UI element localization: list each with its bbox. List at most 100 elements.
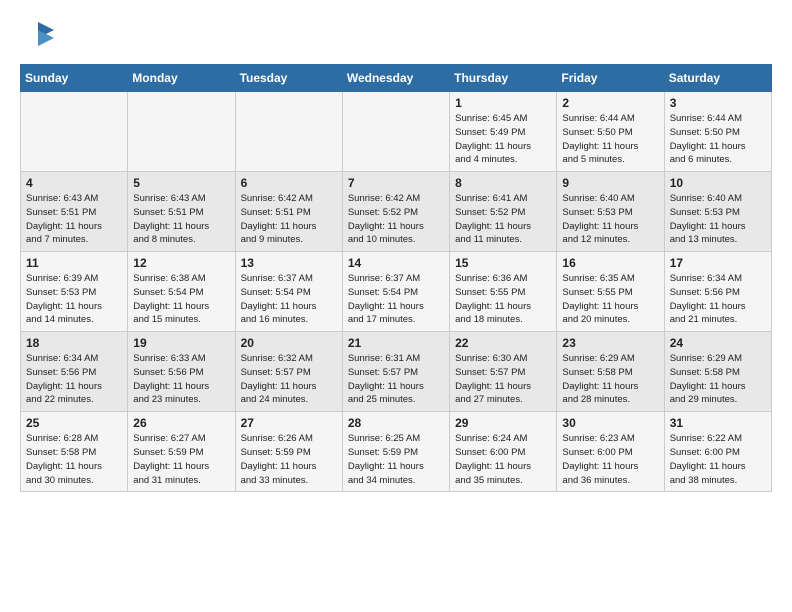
- calendar-cell: 2Sunrise: 6:44 AM Sunset: 5:50 PM Daylig…: [557, 92, 664, 172]
- day-number: 25: [26, 416, 122, 430]
- header: [20, 20, 772, 52]
- calendar-cell: 16 Sunrise: 6:35 AM Sunset: 5:55 PM Dayli…: [557, 252, 664, 332]
- day-info: Sunrise: 6:29 AM Sunset: 5:58 PM Dayligh…: [562, 352, 658, 407]
- calendar-cell: 4 Sunrise: 6:43 AM Sunset: 5:51 PM Daylig…: [21, 172, 128, 252]
- day-number: 3: [670, 96, 766, 110]
- day-number: 12: [133, 256, 229, 270]
- calendar-cell: 1 Sunrise: 6:45 AM Sunset: 5:49 PM Daylig…: [450, 92, 557, 172]
- calendar-cell: 31 Sunrise: 6:22 AM Sunset: 6:00 PM Dayli…: [664, 412, 771, 492]
- calendar-cell: 21Sunrise: 6:31 AM Sunset: 5:57 PM Dayli…: [342, 332, 449, 412]
- day-number: 19: [133, 336, 229, 350]
- day-number: 1: [455, 96, 551, 110]
- day-info: Sunrise: 6:22 AM Sunset: 6:00 PM Dayligh…: [670, 432, 766, 487]
- day-number: 15: [455, 256, 551, 270]
- calendar-cell: 29 Sunrise: 6:24 AM Sunset: 6:00 PM Dayli…: [450, 412, 557, 492]
- day-number: 27: [241, 416, 337, 430]
- day-number: 20: [241, 336, 337, 350]
- page: SundayMondayTuesdayWednesdayThursdayFrid…: [0, 0, 792, 502]
- day-info: Sunrise: 6:34 AM Sunset: 5:56 PM Dayligh…: [26, 352, 122, 407]
- calendar-cell: 9 Sunrise: 6:40 AM Sunset: 5:53 PM Daylig…: [557, 172, 664, 252]
- day-number: 10: [670, 176, 766, 190]
- day-info: Sunrise: 6:43 AM Sunset: 5:51 PM Dayligh…: [133, 192, 229, 247]
- calendar-body: 1 Sunrise: 6:45 AM Sunset: 5:49 PM Daylig…: [21, 92, 772, 492]
- day-number: 26: [133, 416, 229, 430]
- calendar-cell: 15 Sunrise: 6:36 AM Sunset: 5:55 PM Dayli…: [450, 252, 557, 332]
- day-number: 17: [670, 256, 766, 270]
- calendar-cell: [21, 92, 128, 172]
- day-number: 24: [670, 336, 766, 350]
- calendar-cell: 25 Sunrise: 6:28 AM Sunset: 5:58 PM Dayli…: [21, 412, 128, 492]
- day-number: 14: [348, 256, 444, 270]
- day-info: Sunrise: 6:40 AM Sunset: 5:53 PM Dayligh…: [562, 192, 658, 247]
- day-number: 7: [348, 176, 444, 190]
- weekday-header-monday: Monday: [128, 65, 235, 92]
- calendar-cell: 13Sunrise: 6:37 AM Sunset: 5:54 PM Dayli…: [235, 252, 342, 332]
- day-info: Sunrise: 6:32 AM Sunset: 5:57 PM Dayligh…: [241, 352, 337, 407]
- calendar-week-2: 4 Sunrise: 6:43 AM Sunset: 5:51 PM Daylig…: [21, 172, 772, 252]
- day-info: Sunrise: 6:26 AM Sunset: 5:59 PM Dayligh…: [241, 432, 337, 487]
- day-info: Sunrise: 6:41 AM Sunset: 5:52 PM Dayligh…: [455, 192, 551, 247]
- weekday-header-saturday: Saturday: [664, 65, 771, 92]
- calendar-cell: 10 Sunrise: 6:40 AM Sunset: 5:53 PM Dayli…: [664, 172, 771, 252]
- day-info: Sunrise: 6:37 AM Sunset: 5:54 PM Dayligh…: [348, 272, 444, 327]
- day-info: Sunrise: 6:45 AM Sunset: 5:49 PM Dayligh…: [455, 112, 551, 167]
- weekday-header-row: SundayMondayTuesdayWednesdayThursdayFrid…: [21, 65, 772, 92]
- day-number: 9: [562, 176, 658, 190]
- day-info: Sunrise: 6:44 AM Sunset: 5:50 PM Dayligh…: [670, 112, 766, 167]
- calendar-cell: 17 Sunrise: 6:34 AM Sunset: 5:56 PM Dayli…: [664, 252, 771, 332]
- logo: [20, 20, 60, 52]
- day-number: 8: [455, 176, 551, 190]
- day-number: 4: [26, 176, 122, 190]
- day-info: Sunrise: 6:23 AM Sunset: 6:00 PM Dayligh…: [562, 432, 658, 487]
- calendar-cell: [235, 92, 342, 172]
- weekday-header-thursday: Thursday: [450, 65, 557, 92]
- day-info: Sunrise: 6:25 AM Sunset: 5:59 PM Dayligh…: [348, 432, 444, 487]
- calendar-cell: 12 Sunrise: 6:38 AM Sunset: 5:54 PM Dayli…: [128, 252, 235, 332]
- day-number: 2: [562, 96, 658, 110]
- calendar-week-5: 25 Sunrise: 6:28 AM Sunset: 5:58 PM Dayli…: [21, 412, 772, 492]
- calendar-cell: 24 Sunrise: 6:29 AM Sunset: 5:58 PM Dayli…: [664, 332, 771, 412]
- day-number: 29: [455, 416, 551, 430]
- day-number: 31: [670, 416, 766, 430]
- day-number: 11: [26, 256, 122, 270]
- weekday-header-tuesday: Tuesday: [235, 65, 342, 92]
- day-info: Sunrise: 6:43 AM Sunset: 5:51 PM Dayligh…: [26, 192, 122, 247]
- calendar-week-3: 11Sunrise: 6:39 AM Sunset: 5:53 PM Dayli…: [21, 252, 772, 332]
- calendar-cell: 3 Sunrise: 6:44 AM Sunset: 5:50 PM Daylig…: [664, 92, 771, 172]
- calendar-cell: 27 Sunrise: 6:26 AM Sunset: 5:59 PM Dayli…: [235, 412, 342, 492]
- day-number: 30: [562, 416, 658, 430]
- day-info: Sunrise: 6:38 AM Sunset: 5:54 PM Dayligh…: [133, 272, 229, 327]
- day-number: 6: [241, 176, 337, 190]
- weekday-header-sunday: Sunday: [21, 65, 128, 92]
- calendar-cell: 22 Sunrise: 6:30 AM Sunset: 5:57 PM Dayli…: [450, 332, 557, 412]
- day-number: 23: [562, 336, 658, 350]
- day-info: Sunrise: 6:35 AM Sunset: 5:55 PM Dayligh…: [562, 272, 658, 327]
- calendar-cell: [342, 92, 449, 172]
- calendar-cell: 8 Sunrise: 6:41 AM Sunset: 5:52 PM Daylig…: [450, 172, 557, 252]
- calendar-cell: 20 Sunrise: 6:32 AM Sunset: 5:57 PM Dayli…: [235, 332, 342, 412]
- day-info: Sunrise: 6:42 AM Sunset: 5:52 PM Dayligh…: [348, 192, 444, 247]
- day-info: Sunrise: 6:28 AM Sunset: 5:58 PM Dayligh…: [26, 432, 122, 487]
- calendar-header: SundayMondayTuesdayWednesdayThursdayFrid…: [21, 65, 772, 92]
- calendar-cell: 26 Sunrise: 6:27 AM Sunset: 5:59 PM Dayli…: [128, 412, 235, 492]
- day-info: Sunrise: 6:29 AM Sunset: 5:58 PM Dayligh…: [670, 352, 766, 407]
- calendar-cell: [128, 92, 235, 172]
- day-info: Sunrise: 6:27 AM Sunset: 5:59 PM Dayligh…: [133, 432, 229, 487]
- day-info: Sunrise: 6:24 AM Sunset: 6:00 PM Dayligh…: [455, 432, 551, 487]
- calendar-cell: 14 Sunrise: 6:37 AM Sunset: 5:54 PM Dayli…: [342, 252, 449, 332]
- logo-icon: [20, 20, 56, 52]
- day-info: Sunrise: 6:33 AM Sunset: 5:56 PM Dayligh…: [133, 352, 229, 407]
- day-info: Sunrise: 6:36 AM Sunset: 5:55 PM Dayligh…: [455, 272, 551, 327]
- day-info: Sunrise: 6:34 AM Sunset: 5:56 PM Dayligh…: [670, 272, 766, 327]
- weekday-header-wednesday: Wednesday: [342, 65, 449, 92]
- weekday-header-friday: Friday: [557, 65, 664, 92]
- day-number: 16: [562, 256, 658, 270]
- day-number: 18: [26, 336, 122, 350]
- day-number: 22: [455, 336, 551, 350]
- day-info: Sunrise: 6:40 AM Sunset: 5:53 PM Dayligh…: [670, 192, 766, 247]
- calendar: SundayMondayTuesdayWednesdayThursdayFrid…: [20, 64, 772, 492]
- day-number: 28: [348, 416, 444, 430]
- day-info: Sunrise: 6:30 AM Sunset: 5:57 PM Dayligh…: [455, 352, 551, 407]
- calendar-cell: 28 Sunrise: 6:25 AM Sunset: 5:59 PM Dayli…: [342, 412, 449, 492]
- calendar-cell: 23 Sunrise: 6:29 AM Sunset: 5:58 PM Dayli…: [557, 332, 664, 412]
